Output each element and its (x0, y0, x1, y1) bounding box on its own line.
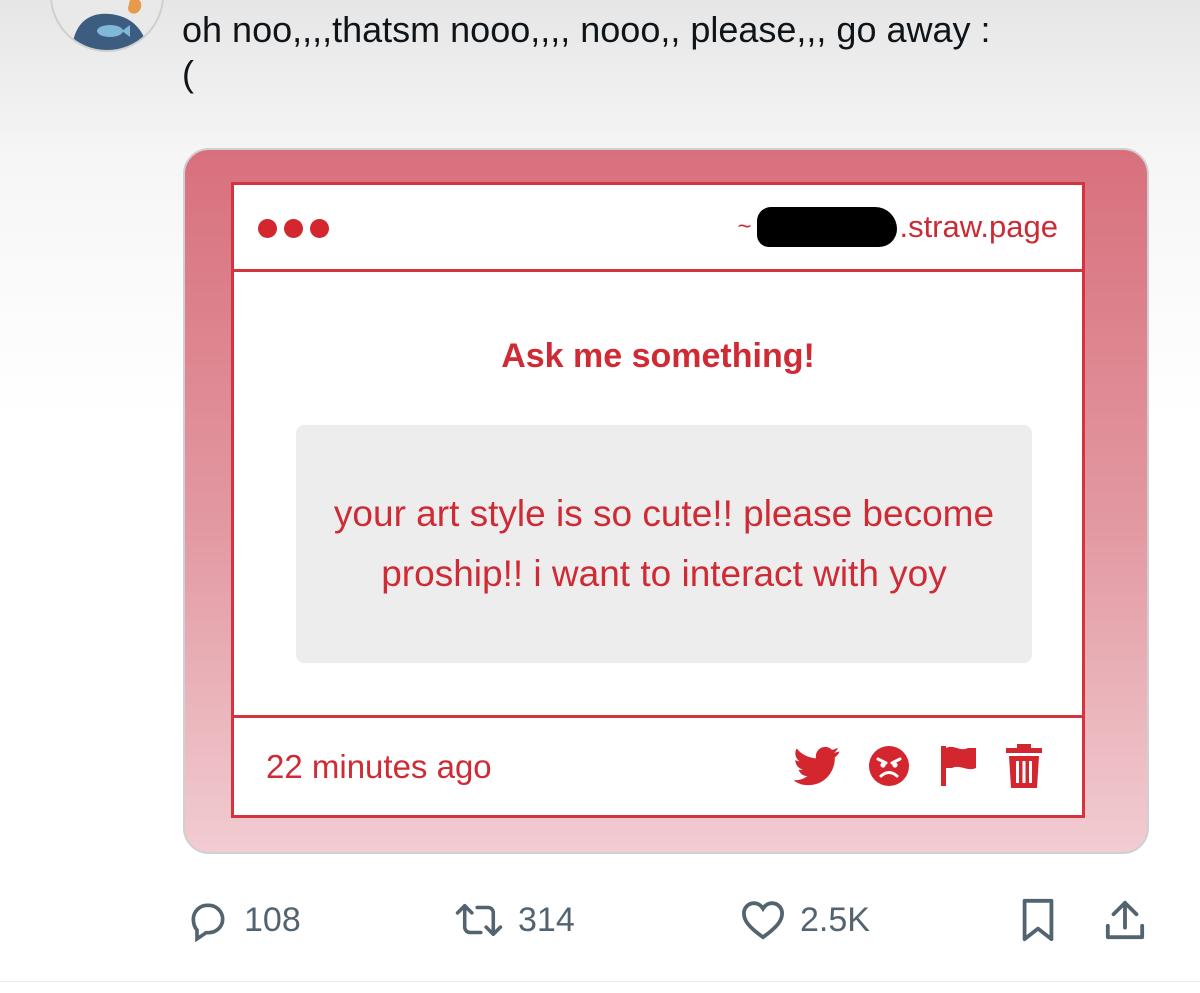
flag-icon (938, 744, 978, 788)
avatar[interactable] (50, 0, 164, 52)
window-dot-icon (284, 219, 303, 238)
time-ago: 22 minutes ago (266, 748, 492, 785)
url-prefix: ~ (737, 213, 752, 240)
tweet-actions: 108 314 2.5K (0, 890, 1200, 950)
angry-face-icon (868, 745, 910, 787)
tweet-media-card[interactable]: ~ .straw.page Ask me something! your art… (183, 148, 1149, 854)
window-title-bar: ~ .straw.page (234, 185, 1082, 272)
share-icon (1105, 900, 1145, 940)
repost-icon (455, 903, 503, 937)
reply-icon (191, 903, 225, 942)
bookmark-button[interactable] (1018, 890, 1058, 950)
like-button[interactable]: 2.5K (740, 890, 870, 950)
twitter-bird-icon (794, 746, 840, 786)
redaction-mark (757, 207, 898, 247)
window-dot-icon (310, 219, 329, 238)
bookmark-icon (1022, 898, 1054, 942)
window-dot-icon (258, 219, 277, 238)
url-suffix: .straw.page (899, 209, 1058, 244)
trash-icon (1006, 744, 1042, 788)
reply-count: 108 (244, 900, 301, 939)
share-button[interactable] (1104, 890, 1146, 950)
avatar-image (52, 0, 162, 50)
question-text: your art style is so cute!! please becom… (333, 493, 995, 594)
ask-title: Ask me something! (501, 337, 815, 375)
window-actions (794, 744, 1042, 788)
page-url: ~ .straw.page (737, 207, 1058, 247)
repost-count: 314 (518, 900, 575, 939)
reply-button[interactable]: 108 (186, 890, 301, 950)
like-count: 2.5K (800, 900, 870, 939)
tweet-text: oh noo,,,,thatsm nooo,,,, nooo,, please,… (182, 9, 991, 94)
window-footer: 22 minutes ago (234, 715, 1082, 815)
heart-icon (741, 901, 785, 940)
divider (0, 981, 1200, 982)
repost-button[interactable]: 314 (454, 890, 575, 950)
question-box: your art style is so cute!! please becom… (296, 425, 1032, 663)
ask-window: ~ .straw.page Ask me something! your art… (231, 182, 1085, 818)
